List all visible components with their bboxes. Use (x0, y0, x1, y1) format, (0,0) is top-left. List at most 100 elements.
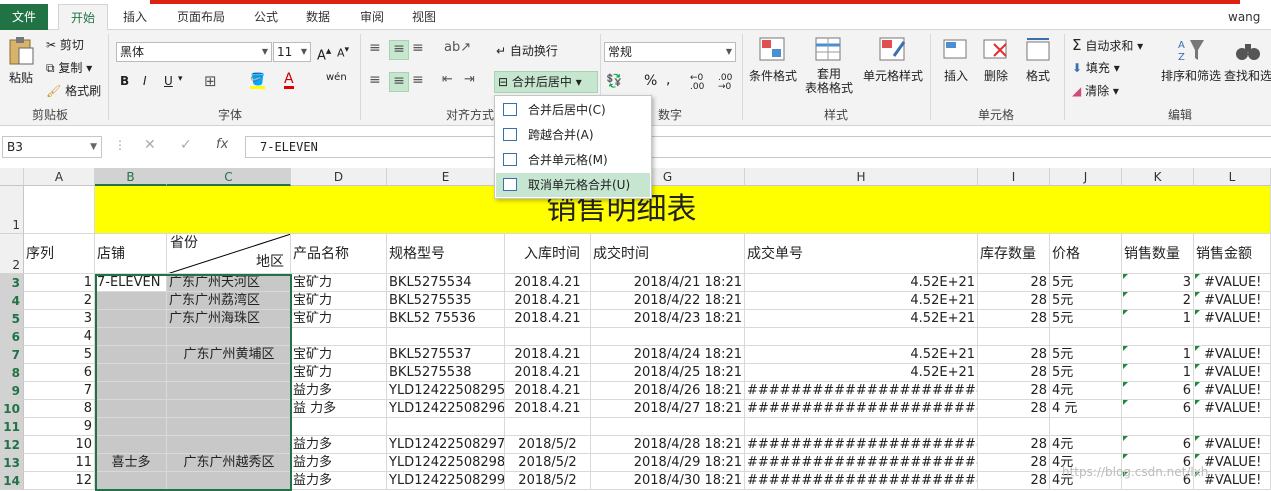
cell-e5[interactable]: BKL52 75536 (387, 310, 505, 328)
cell-d6[interactable] (291, 328, 387, 346)
increase-decimal-icon[interactable]: ←0.00 (690, 74, 704, 92)
cell-d4[interactable]: 宝矿力 (291, 292, 387, 310)
cell-k6[interactable] (1122, 328, 1194, 346)
menu-merge-across[interactable]: 跨越合并(A) (496, 123, 650, 147)
cell-i8[interactable]: 28 (978, 364, 1050, 382)
header-store[interactable]: 店铺 (95, 234, 167, 274)
tab-file[interactable]: 文件 (0, 4, 48, 30)
cell-c6[interactable] (167, 328, 291, 346)
row-header-1[interactable]: 1 (0, 186, 24, 234)
header-seq[interactable]: 序列 (24, 234, 95, 274)
paste-button[interactable]: 粘贴 (6, 36, 36, 86)
cell-b4[interactable] (95, 292, 167, 310)
tab-insert[interactable]: 插入 (112, 4, 158, 30)
sort-filter-button[interactable]: AZ 排序和筛选 (1160, 36, 1222, 84)
cell-e9[interactable]: YLD12422508295 (387, 382, 505, 400)
cell-c12[interactable] (167, 436, 291, 454)
cell-d7[interactable]: 宝矿力 (291, 346, 387, 364)
tab-view[interactable]: 视图 (402, 4, 446, 30)
cell-a3[interactable]: 1 (24, 274, 95, 292)
cell-a1[interactable] (24, 186, 95, 234)
cell-k12[interactable]: 6 (1122, 436, 1194, 454)
cell-h13[interactable]: ############################## (745, 454, 978, 472)
cell-d12[interactable]: 益力多 (291, 436, 387, 454)
insert-cells-button[interactable]: 插入 (938, 36, 974, 84)
column-header-d[interactable]: D (291, 168, 387, 186)
format-painter-button[interactable]: 🖌 格式刷 (46, 82, 101, 99)
cell-k8[interactable]: 1 (1122, 364, 1194, 382)
cell-f5[interactable]: 2018.4.21 (505, 310, 591, 328)
wrap-text-button[interactable]: ↵ 自动换行 (496, 42, 558, 59)
cell-g7[interactable]: 2018/4/24 18:21 (591, 346, 745, 364)
cell-f3[interactable]: 2018.4.21 (505, 274, 591, 292)
cell-i13[interactable]: 28 (978, 454, 1050, 472)
cell-l12[interactable]: #VALUE! (1194, 436, 1271, 454)
cell-h11[interactable] (745, 418, 978, 436)
cell-j7[interactable]: 5元 (1050, 346, 1122, 364)
cell-c14[interactable] (167, 472, 291, 490)
percent-button[interactable]: % (644, 73, 657, 89)
cell-j10[interactable]: 4 元 (1050, 400, 1122, 418)
format-as-table-button[interactable]: 套用 表格格式 (798, 36, 860, 95)
header-qty[interactable]: 销售数量 (1122, 234, 1194, 274)
cell-g4[interactable]: 2018/4/22 18:21 (591, 292, 745, 310)
cell-f9[interactable]: 2018.4.21 (505, 382, 591, 400)
cell-c9[interactable] (167, 382, 291, 400)
tab-review[interactable]: 审阅 (350, 4, 394, 30)
cell-i4[interactable]: 28 (978, 292, 1050, 310)
font-name-select[interactable]: 黑体 ▼ (116, 42, 272, 62)
column-header-h[interactable]: H (745, 168, 978, 186)
align-top-icon[interactable]: ≡ (369, 40, 387, 60)
header-model[interactable]: 规格型号 (387, 234, 505, 274)
cell-j5[interactable]: 5元 (1050, 310, 1122, 328)
cell-j3[interactable]: 5元 (1050, 274, 1122, 292)
column-header-b[interactable]: B (95, 168, 167, 186)
cell-e12[interactable]: YLD12422508297 (387, 436, 505, 454)
cell-d8[interactable]: 宝矿力 (291, 364, 387, 382)
cell-h3[interactable]: 4.52E+21 (745, 274, 978, 292)
cell-i7[interactable]: 28 (978, 346, 1050, 364)
cell-b3[interactable]: 7-ELEVEN (95, 274, 167, 292)
cell-g5[interactable]: 2018/4/23 18:21 (591, 310, 745, 328)
cell-b10[interactable] (95, 400, 167, 418)
cancel-icon[interactable]: ✕ (144, 137, 156, 153)
cell-f14[interactable]: 2018/5/2 (505, 472, 591, 490)
cell-c10[interactable] (167, 400, 291, 418)
cell-h8[interactable]: 4.52E+21 (745, 364, 978, 382)
column-header-j[interactable]: J (1050, 168, 1122, 186)
cell-i9[interactable]: 28 (978, 382, 1050, 400)
cell-e8[interactable]: BKL5275538 (387, 364, 505, 382)
cell-k5[interactable]: 1 (1122, 310, 1194, 328)
cell-j12[interactable]: 4元 (1050, 436, 1122, 454)
tab-home[interactable]: 开始 (58, 4, 108, 30)
cell-f7[interactable]: 2018.4.21 (505, 346, 591, 364)
cell-l3[interactable]: #VALUE! (1194, 274, 1271, 292)
cell-k4[interactable]: 2 (1122, 292, 1194, 310)
cell-g13[interactable]: 2018/4/29 18:21 (591, 454, 745, 472)
cell-i11[interactable] (978, 418, 1050, 436)
cell-l7[interactable]: #VALUE! (1194, 346, 1271, 364)
row-header-13[interactable]: 13 (0, 454, 24, 472)
cell-b7[interactable] (95, 346, 167, 364)
fill-button[interactable]: ⬇ 填充 ▾ (1072, 59, 1120, 76)
decrease-indent-icon[interactable]: ⇤ (442, 72, 453, 87)
cell-c4[interactable]: 广东广州荔湾区 (167, 292, 291, 310)
row-header-9[interactable]: 9 (0, 382, 24, 400)
align-center-icon[interactable]: ≡ (389, 72, 409, 92)
comma-button[interactable]: , (666, 72, 670, 88)
cell-e3[interactable]: BKL5275534 (387, 274, 505, 292)
align-bottom-icon[interactable]: ≡ (412, 40, 430, 60)
cell-k10[interactable]: 6 (1122, 400, 1194, 418)
cell-j9[interactable]: 4元 (1050, 382, 1122, 400)
row-header-7[interactable]: 7 (0, 346, 24, 364)
row-header-8[interactable]: 8 (0, 364, 24, 382)
header-order[interactable]: 成交单号 (745, 234, 978, 274)
cell-h10[interactable]: ############################## (745, 400, 978, 418)
find-select-button[interactable]: 查找和选 (1224, 36, 1271, 84)
menu-unmerge-cells[interactable]: 取消单元格合并(U) (496, 173, 650, 197)
cell-k9[interactable]: 6 (1122, 382, 1194, 400)
cell-styles-button[interactable]: 单元格样式 (862, 36, 924, 84)
cell-l11[interactable] (1194, 418, 1271, 436)
menu-merge-center[interactable]: 合并后居中(C) (496, 98, 650, 122)
cell-a11[interactable]: 9 (24, 418, 95, 436)
